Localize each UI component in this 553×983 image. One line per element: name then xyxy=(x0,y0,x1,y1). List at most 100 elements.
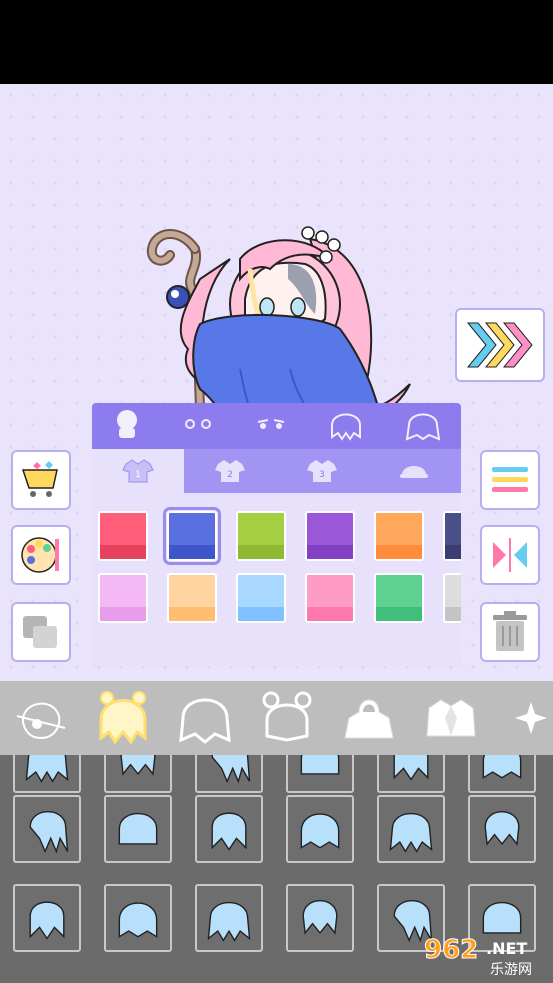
face-accessory-icon xyxy=(16,702,66,740)
color-swatch[interactable] xyxy=(374,511,424,561)
hair-preview-icon xyxy=(120,755,156,776)
palette-button[interactable] xyxy=(11,525,71,585)
bun-hair-icon xyxy=(262,691,312,742)
tab-eyes[interactable] xyxy=(182,416,214,436)
cap-icon xyxy=(400,466,428,478)
color-swatch-shade xyxy=(307,545,353,559)
tab-head[interactable] xyxy=(113,408,141,444)
color-swatch-shade xyxy=(169,545,215,559)
tab-hair-front[interactable] xyxy=(328,407,364,445)
watermark-sub: 乐游网 xyxy=(490,962,532,978)
color-swatch-shade xyxy=(445,545,461,559)
color-swatch[interactable] xyxy=(98,573,148,623)
watermark-suffix: .NET xyxy=(486,939,527,958)
color-swatch[interactable] xyxy=(443,511,461,561)
tab-eyes-alt[interactable] xyxy=(255,416,287,436)
hair-item[interactable] xyxy=(104,795,172,863)
hair-preview-icon xyxy=(29,811,69,854)
color-swatch-shade xyxy=(238,607,284,621)
hair-item[interactable] xyxy=(377,755,445,793)
tab-color-3[interactable]: 3 xyxy=(276,449,368,493)
hair-preview-icon xyxy=(25,755,69,783)
hair-front-icon xyxy=(330,413,361,441)
hair-preview-icon xyxy=(484,811,520,846)
color-swatch[interactable] xyxy=(167,573,217,623)
hair-item[interactable] xyxy=(13,795,81,863)
color-swatch-shade xyxy=(376,545,422,559)
color-swatch-shade xyxy=(100,545,146,559)
trash-button[interactable] xyxy=(480,602,540,662)
category-hair-front[interactable] xyxy=(82,683,164,753)
part-tabs xyxy=(92,403,461,449)
layers-button[interactable] xyxy=(11,602,71,662)
color-swatch-shade xyxy=(376,607,422,621)
category-jacket[interactable] xyxy=(410,683,492,753)
hair-item[interactable] xyxy=(286,884,354,952)
hoodie-icon xyxy=(344,699,394,739)
head-icon xyxy=(116,410,137,438)
sparkle-icon xyxy=(515,702,547,734)
color-swatch[interactable] xyxy=(163,507,221,565)
color-swatch[interactable] xyxy=(443,573,461,623)
hair-back-icon xyxy=(179,698,231,744)
color-swatch-shade xyxy=(100,607,146,621)
color-swatch[interactable] xyxy=(305,511,355,561)
hair-item[interactable] xyxy=(286,795,354,863)
watermark-logo: 962 .NET 乐游网 xyxy=(424,935,533,979)
hair-item[interactable] xyxy=(468,795,536,863)
eyes-alt-icon xyxy=(257,419,284,429)
color-swatch[interactable] xyxy=(236,573,286,623)
category-hair-back[interactable] xyxy=(164,683,246,753)
hair-preview-icon xyxy=(118,902,158,938)
tab-color-2[interactable]: 2 xyxy=(184,449,276,493)
shirt-icon: 2 xyxy=(215,460,245,482)
color-swatch[interactable] xyxy=(374,573,424,623)
color-panel: 1 2 3 xyxy=(92,403,461,666)
category-hoodie[interactable] xyxy=(328,683,410,753)
color-swatch[interactable] xyxy=(98,511,148,561)
color-swatches xyxy=(92,493,461,666)
next-arrows-icon xyxy=(466,322,533,368)
tab-color-cap[interactable] xyxy=(368,449,460,493)
next-button[interactable] xyxy=(455,308,545,382)
color-swatch[interactable] xyxy=(236,511,286,561)
hair-front-icon xyxy=(99,691,147,745)
color-swatch-shade xyxy=(169,607,215,621)
menu-lines-icon xyxy=(492,467,528,492)
hair-item[interactable] xyxy=(104,884,172,952)
hair-item[interactable] xyxy=(104,755,172,793)
shopping-cart-icon xyxy=(21,461,58,497)
hair-preview-icon xyxy=(29,901,65,940)
tab-color-1-label: 1 xyxy=(135,470,141,480)
hair-item[interactable] xyxy=(195,795,263,863)
category-bar xyxy=(0,681,553,755)
color-swatch-shade xyxy=(307,607,353,621)
hair-preview-icon xyxy=(300,755,340,775)
category-face-accessory[interactable] xyxy=(0,683,82,753)
watermark-main: 962 xyxy=(424,935,478,965)
hair-preview-icon xyxy=(482,755,522,779)
hair-item[interactable] xyxy=(195,884,263,952)
hair-item[interactable] xyxy=(195,755,263,793)
hair-item[interactable] xyxy=(13,884,81,952)
flip-button[interactable] xyxy=(480,525,540,585)
color-palette-icon xyxy=(21,537,59,573)
hair-preview-icon xyxy=(211,755,251,784)
hair-preview-icon xyxy=(211,812,247,851)
hair-item[interactable] xyxy=(13,755,81,793)
color-swatch[interactable] xyxy=(305,573,355,623)
status-bar xyxy=(0,0,553,84)
shop-button[interactable] xyxy=(11,450,71,510)
hair-item[interactable] xyxy=(377,795,445,863)
menu-button[interactable] xyxy=(480,450,540,510)
hair-item[interactable] xyxy=(468,755,536,793)
jacket-icon xyxy=(426,699,476,737)
category-bun-hair[interactable] xyxy=(246,683,328,753)
color-swatch-shade xyxy=(238,545,284,559)
tab-color-1[interactable]: 1 xyxy=(92,449,184,493)
eyes-icon xyxy=(184,419,211,429)
tab-color-3-label: 3 xyxy=(319,470,325,480)
hair-item[interactable] xyxy=(286,755,354,793)
category-sparkle[interactable] xyxy=(492,683,553,753)
tab-hair-back[interactable] xyxy=(405,407,441,445)
